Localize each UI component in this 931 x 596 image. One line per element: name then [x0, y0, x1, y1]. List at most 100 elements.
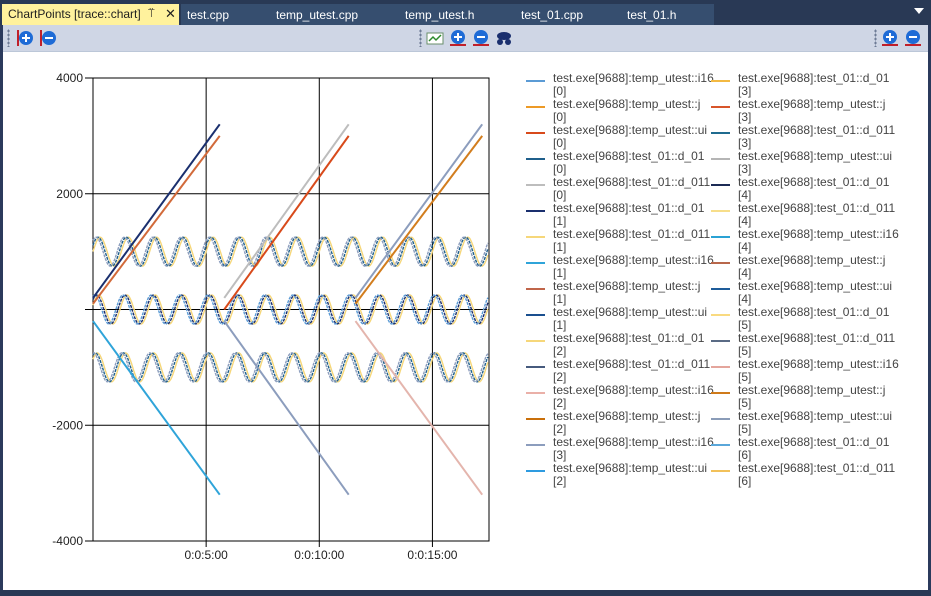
series-line-ramp	[223, 320, 350, 496]
legend-label: test.exe[9688]:temp_utest::ui [5]	[738, 409, 893, 436]
legend-swatch	[711, 288, 730, 290]
legend-swatch	[711, 314, 730, 316]
legend-swatch	[711, 444, 730, 446]
window-bottom-border	[0, 590, 931, 596]
legend-label: test.exe[9688]:test_01::d_01 [2]	[553, 331, 705, 358]
legend-label: test.exe[9688]:temp_utest::i16 [1]	[553, 253, 714, 280]
legend-label: test.exe[9688]:temp_utest::ui [1]	[553, 305, 708, 332]
legend-swatch	[711, 106, 730, 108]
legend-label: test.exe[9688]:test_01::d_01 [0]	[553, 149, 705, 176]
legend-swatch	[711, 470, 730, 472]
legend-swatch	[526, 158, 545, 160]
legend-swatch	[526, 366, 545, 368]
legend-label: test.exe[9688]:temp_utest::ui [0]	[553, 123, 708, 150]
close-icon[interactable]: ✕	[165, 4, 176, 24]
legend-label: test.exe[9688]:test_01::d_01 [1]	[553, 201, 705, 228]
tab-temp-utest-cpp[interactable]: temp_utest.cpp	[276, 5, 358, 25]
legend-label: test.exe[9688]:temp_utest::j [0]	[553, 97, 701, 124]
legend-swatch	[711, 132, 730, 134]
y-tick-label: 2000	[56, 187, 83, 201]
legend-label: test.exe[9688]:temp_utest::j [4]	[738, 253, 886, 280]
legend-swatch	[711, 392, 730, 394]
legend-label: test.exe[9688]:test_01::d_011 [0]	[553, 175, 711, 202]
line-chart[interactable]: 4000 2000 -2000 -4000 0:0:5:00 0:0:10:00 0:0:1…	[3, 52, 503, 590]
legend-swatch	[526, 262, 545, 264]
legend-label: test.exe[9688]:temp_utest::i16 [0]	[553, 71, 714, 98]
toolbar-grip[interactable]	[419, 29, 422, 47]
legend-label: test.exe[9688]:test_01::d_011 [5]	[738, 331, 896, 358]
legend-swatch	[711, 158, 730, 160]
series-line-ramp	[92, 135, 221, 305]
legend-swatch	[711, 366, 730, 368]
tab-test-01-cpp[interactable]: test_01.cpp	[521, 5, 583, 25]
series-line-ramp	[354, 320, 484, 496]
legend-label: test.exe[9688]:temp_utest::j [3]	[738, 97, 886, 124]
tab-bar: ChartPoints [trace::chart] ⍡ ✕ test.cpp …	[0, 0, 931, 25]
tab-test-cpp[interactable]: test.cpp	[187, 5, 229, 25]
legend-label: test.exe[9688]:test_01::d_011 [2]	[553, 357, 711, 384]
legend-label: test.exe[9688]:temp_utest::ui [4]	[738, 279, 893, 306]
legend-label: test.exe[9688]:temp_utest::j [1]	[553, 279, 701, 306]
fit-icon[interactable]	[426, 29, 444, 47]
legend-label: test.exe[9688]:test_01::d_011 [6]	[738, 461, 896, 488]
legend-swatch	[711, 236, 730, 238]
legend-label: test.exe[9688]:temp_utest::j [2]	[553, 409, 701, 436]
x-tick-label: 0:0:5:00	[184, 548, 228, 562]
legend-swatch	[526, 392, 545, 394]
series-line-ramp	[354, 123, 484, 299]
legend-swatch	[526, 418, 545, 420]
zoom-out-icon[interactable]	[904, 29, 922, 47]
legend-label: test.exe[9688]:temp_utest::ui [3]	[738, 149, 893, 176]
zoom-out-icon[interactable]	[39, 29, 57, 47]
tab-chartpoints[interactable]: ChartPoints [trace::chart] ⍡ ✕	[2, 4, 179, 25]
pin-icon[interactable]: ⍡	[148, 4, 155, 24]
spy-icon[interactable]	[495, 29, 513, 47]
legend-label: test.exe[9688]:test_01::d_01 [5]	[738, 305, 890, 332]
tab-test-01-h[interactable]: test_01.h	[627, 5, 676, 25]
zoom-in-icon[interactable]	[16, 29, 34, 47]
legend-index: [2]	[553, 474, 567, 488]
x-tick-label: 0:0:10:00	[294, 548, 344, 562]
legend-label: test.exe[9688]:test_01::d_011 [4]	[738, 201, 896, 228]
legend-label: test.exe[9688]:temp_utest::j [5]	[738, 383, 886, 410]
legend-swatch	[526, 340, 545, 342]
series-line-ramp	[223, 123, 350, 299]
legend-swatch	[711, 418, 730, 420]
series-line-ramp	[92, 123, 221, 299]
legend-swatch	[526, 184, 545, 186]
legend-swatch	[711, 340, 730, 342]
legend-label: test.exe[9688]:temp_utest::i16 [2]	[553, 383, 714, 410]
legend-label: test.exe[9688]:temp_utest::ui [2]	[553, 461, 708, 488]
legend-label: test.exe[9688]:temp_utest::i16 [4]	[738, 227, 899, 254]
legend-swatch	[526, 470, 545, 472]
zoom-in-icon[interactable]	[449, 29, 467, 47]
y-tick-label: -4000	[52, 534, 83, 548]
legend-label: test.exe[9688]:temp_utest::i16 [5]	[738, 357, 899, 384]
chart-panel: 4000 2000 -2000 -4000 0:0:5:00 0:0:10:00 0:0:1…	[3, 52, 928, 590]
legend-label: test.exe[9688]:test_01::d_01 [6]	[738, 435, 890, 462]
tab-temp-utest-h[interactable]: temp_utest.h	[405, 5, 474, 25]
legend-swatch	[526, 132, 545, 134]
legend-label: test.exe[9688]:test_01::d_011 [1]	[553, 227, 711, 254]
legend-swatch	[711, 210, 730, 212]
legend-swatch	[526, 106, 545, 108]
y-tick-label: 4000	[56, 71, 83, 85]
legend-label: test.exe[9688]:test_01::d_01 [4]	[738, 175, 890, 202]
zoom-in-icon[interactable]	[881, 29, 899, 47]
zoom-out-icon[interactable]	[472, 29, 490, 47]
tab-dropdown-icon[interactable]	[914, 8, 924, 14]
x-tick-label: 0:0:15:00	[407, 548, 457, 562]
legend-swatch	[711, 262, 730, 264]
legend-swatch	[711, 80, 730, 82]
legend-swatch	[711, 184, 730, 186]
legend-label: test.exe[9688]:test_01::d_011 [3]	[738, 123, 896, 150]
toolbar-grip[interactable]	[874, 29, 877, 47]
legend-swatch	[526, 80, 545, 82]
legend-swatch	[526, 210, 545, 212]
toolbar-grip[interactable]	[7, 29, 10, 47]
legend-label: test.exe[9688]:temp_utest::i16 [3]	[553, 435, 714, 462]
legend-swatch	[526, 314, 545, 316]
legend-label: test.exe[9688]:test_01::d_01 [3]	[738, 71, 890, 98]
tab-label: ChartPoints [trace::chart]	[8, 7, 141, 21]
series-line-ramp	[354, 135, 484, 305]
